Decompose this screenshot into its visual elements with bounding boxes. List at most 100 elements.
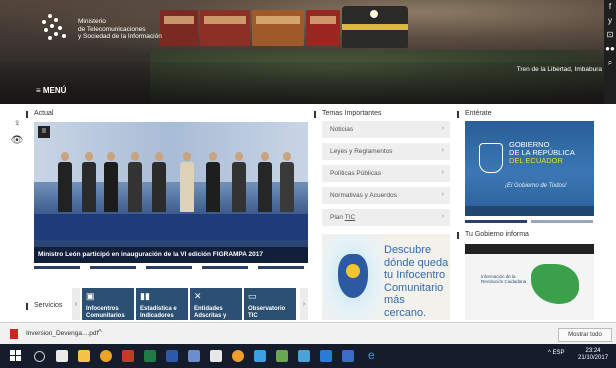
section-title-gobierno: Tu Gobierno informa xyxy=(457,231,529,239)
pager-dot[interactable] xyxy=(34,266,80,269)
word-icon[interactable] xyxy=(166,350,178,362)
chrome-icon[interactable] xyxy=(100,350,112,362)
accessibility-bar: ♀ 👁 xyxy=(10,118,24,152)
taskbar-clock[interactable]: 23:24 21/10/2017 xyxy=(578,348,608,362)
windows-start-icon[interactable] xyxy=(10,350,21,361)
gobierno-tagline: ¡El Gobierno de Todos! xyxy=(505,183,567,189)
chevron-right-icon: › xyxy=(441,125,444,132)
news-slide[interactable]: II Ministro León participó en inauguraci… xyxy=(34,122,308,263)
facebook-icon[interactable]: y xyxy=(604,14,616,28)
service-label: Observatorio TIC xyxy=(248,306,286,319)
location-pin-icon xyxy=(346,264,360,278)
service-estadistica[interactable]: ▮▮ Estadística e Indicadores xyxy=(136,288,188,320)
chevron-right-icon: › xyxy=(441,169,444,176)
logo-text: Ministerio de Telecomunicaciones y Socie… xyxy=(78,18,162,41)
header-photo-caption: Tren de la Libertad, Imbabura xyxy=(516,66,602,73)
file-explorer-icon[interactable] xyxy=(78,350,90,362)
excel-icon[interactable] xyxy=(144,350,156,362)
app-icon[interactable] xyxy=(320,350,332,362)
train-car xyxy=(200,10,250,46)
pager-dot[interactable] xyxy=(146,266,192,269)
logo-line-3: y Sociedad de la Información xyxy=(78,33,162,40)
logo-mark-icon xyxy=(38,14,72,44)
train-car xyxy=(306,10,340,46)
gobierno-ecuador-banner[interactable]: GOBIERNO DE LA REPÚBLICA DEL ECUADOR ¡El… xyxy=(465,121,594,216)
site-header: Ministerio de Telecomunicaciones y Socie… xyxy=(0,0,604,104)
chevron-up-icon[interactable]: ^ xyxy=(98,328,102,337)
app-icon[interactable] xyxy=(188,350,200,362)
chevron-right-icon: › xyxy=(441,147,444,154)
ecuador-map-icon xyxy=(531,264,579,304)
coat-of-arms-icon xyxy=(479,143,503,173)
pager-dot[interactable] xyxy=(202,266,248,269)
search-icon[interactable]: ⌕ xyxy=(604,56,616,70)
twitter-icon[interactable]: f xyxy=(604,0,616,14)
app-icon[interactable] xyxy=(298,350,310,362)
tema-item-normativas[interactable]: Normativas y Acuerdos › xyxy=(322,187,450,204)
download-filename[interactable]: Inversion_Devenga....pdf xyxy=(26,330,98,337)
services-carousel: ▣ Infocentros Comunitarios ▮▮ Estadístic… xyxy=(82,288,300,320)
news-caption[interactable]: Ministro León participó en inauguración … xyxy=(34,247,308,263)
tema-item-leyes[interactable]: Leyes y Reglamentos › xyxy=(322,143,450,160)
accessibility-person-icon[interactable]: ♀ xyxy=(10,118,24,129)
section-title-temas: Temas Importantes xyxy=(314,110,382,118)
social-strip: f y ⊡ ●● ⌕ xyxy=(604,0,616,104)
section-title-servicios: Servicios xyxy=(25,302,63,310)
download-bar: Inversion_Devenga....pdf ^ Mostrar todo xyxy=(0,322,616,345)
pause-button[interactable]: II xyxy=(38,126,50,138)
youtube-icon[interactable]: ⊡ xyxy=(604,28,616,42)
taskbar: e ^ ESP 23:24 21/10/2017 xyxy=(0,344,616,368)
show-all-button[interactable]: Mostrar todo xyxy=(558,328,612,342)
gobierno-informa-image[interactable]: Información de la Revolución Ciudadana xyxy=(465,244,594,320)
tema-item-politicas[interactable]: Políticas Públicas › xyxy=(322,165,450,182)
pager-dot[interactable] xyxy=(465,220,527,223)
services-next-button[interactable]: › xyxy=(300,288,308,320)
service-entidades[interactable]: ✕ Entidades Adscritas y xyxy=(190,288,242,320)
logo-line-2: de Telecomunicaciones xyxy=(78,25,146,33)
tema-label: Leyes y Reglamentos xyxy=(330,148,393,155)
app-icon[interactable] xyxy=(254,350,266,362)
news-pager xyxy=(34,266,308,269)
banner-text: Descubre dónde queda tu Infocentro Comun… xyxy=(384,244,449,319)
eye-icon[interactable]: 👁 xyxy=(10,135,24,146)
service-observatorio[interactable]: ▭ Observatorio TIC xyxy=(244,288,296,320)
task-view-icon[interactable] xyxy=(56,350,68,362)
services-prev-button[interactable]: ‹ xyxy=(72,288,80,320)
tema-label: Políticas Públicas xyxy=(330,170,381,177)
edge-icon[interactable]: e xyxy=(368,349,380,361)
app-icon[interactable] xyxy=(276,350,288,362)
service-label: Entidades Adscritas y xyxy=(194,306,227,319)
menu-button[interactable]: ≡ MENÚ xyxy=(36,86,66,95)
section-title-enterate: Entérate xyxy=(456,110,492,118)
ministry-logo[interactable]: Ministerio de Telecomunicaciones y Socie… xyxy=(38,12,178,52)
firefox-icon[interactable] xyxy=(232,350,244,362)
clock-date: 21/10/2017 xyxy=(578,355,609,361)
system-tray[interactable]: ^ ESP xyxy=(548,350,565,356)
banner-footer xyxy=(465,206,594,216)
infocentro-icon: ▣ xyxy=(86,291,95,301)
app-icon[interactable] xyxy=(342,350,354,362)
tema-item-plan-tic[interactable]: Plan TIC › xyxy=(322,209,450,226)
logo-line-1: Ministerio xyxy=(78,18,106,25)
flickr-icon[interactable]: ●● xyxy=(604,42,616,56)
train-car xyxy=(252,10,304,46)
store-icon[interactable] xyxy=(210,350,222,362)
gobierno-title: GOBIERNO DE LA REPÚBLICA DEL ECUADOR xyxy=(509,140,575,165)
infocentro-banner[interactable]: Descubre dónde queda tu Infocentro Comun… xyxy=(322,234,450,320)
clock-time: 23:24 xyxy=(585,348,601,354)
temas-list: Noticias › Leyes y Reglamentos › Polític… xyxy=(322,121,450,231)
pager-dot[interactable] xyxy=(90,266,136,269)
tema-label: Noticias xyxy=(330,126,354,133)
pager-dot[interactable] xyxy=(531,220,593,223)
tema-item-noticias[interactable]: Noticias › xyxy=(322,121,450,138)
cortana-icon[interactable] xyxy=(34,351,45,362)
powerpoint-icon[interactable] xyxy=(122,350,134,362)
pager-dot[interactable] xyxy=(258,266,304,269)
service-infocentros[interactable]: ▣ Infocentros Comunitarios xyxy=(82,288,134,320)
tema-label: Normativas y Acuerdos xyxy=(330,192,397,199)
news-table xyxy=(34,214,308,240)
chevron-right-icon: › xyxy=(441,213,444,220)
section-title-actual: Actual xyxy=(25,110,54,118)
header-rocks xyxy=(0,62,604,104)
gobierno-informa-text: Información de la Revolución Ciudadana xyxy=(481,274,527,284)
